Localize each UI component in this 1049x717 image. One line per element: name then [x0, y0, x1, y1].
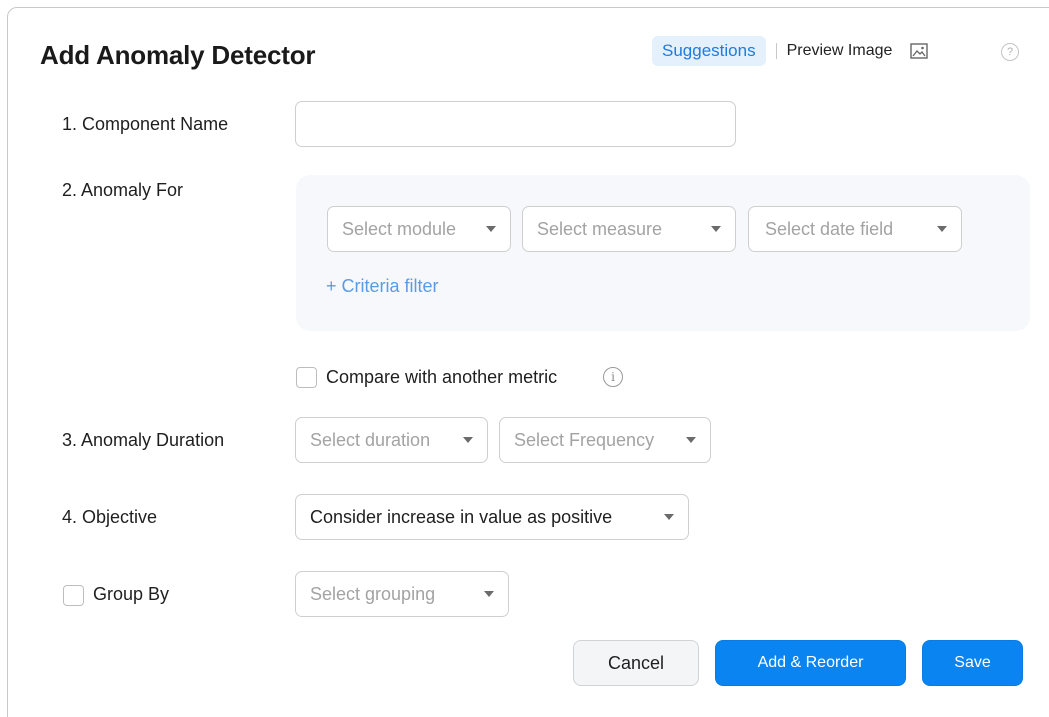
add-reorder-button[interactable]: Add & Reorder: [715, 640, 906, 686]
header-links: Suggestions Preview Image: [652, 36, 929, 66]
caret-down-icon: [711, 226, 721, 232]
date-field-select[interactable]: Select date field: [748, 206, 962, 252]
header-divider: [775, 43, 777, 59]
date-field-select-text: Select date field: [765, 218, 894, 239]
caret-down-icon: [484, 591, 494, 597]
duration-select-text: Select duration: [310, 429, 431, 450]
caret-down-icon: [664, 514, 674, 520]
component-name-input[interactable]: [295, 101, 736, 147]
help-icon[interactable]: ?: [1001, 43, 1019, 61]
criteria-filter-link[interactable]: + Criteria filter: [326, 276, 439, 297]
frequency-select-text: Select Frequency: [514, 429, 655, 450]
objective-select[interactable]: Consider increase in value as positive: [295, 494, 689, 540]
duration-select[interactable]: Select duration: [295, 417, 488, 463]
objective-select-text: Consider increase in value as positive: [310, 506, 613, 527]
cancel-button[interactable]: Cancel: [573, 640, 699, 686]
compare-metric-label: Compare with another metric: [326, 367, 558, 387]
caret-down-icon: [937, 226, 947, 232]
caret-down-icon: [686, 437, 696, 443]
compare-metric-checkbox[interactable]: [296, 367, 317, 388]
objective-label: 4. Objective: [62, 507, 158, 527]
suggestions-button[interactable]: Suggestions: [652, 36, 766, 66]
group-by-label: Group By: [93, 584, 170, 604]
caret-down-icon: [463, 437, 473, 443]
grouping-select[interactable]: Select grouping: [295, 571, 509, 617]
measure-select[interactable]: Select measure: [522, 206, 736, 252]
frequency-select[interactable]: Select Frequency: [499, 417, 711, 463]
anomaly-for-panel: [296, 175, 1030, 331]
anomaly-for-label: 2. Anomaly For: [62, 180, 184, 200]
group-by-checkbox[interactable]: [63, 585, 84, 606]
component-name-label: 1. Component Name: [62, 114, 229, 134]
module-select[interactable]: Select module: [327, 206, 511, 252]
save-button[interactable]: Save: [922, 640, 1023, 686]
anomaly-duration-label: 3. Anomaly Duration: [62, 430, 225, 450]
module-select-text: Select module: [342, 218, 457, 239]
dialog-title: Add Anomaly Detector: [40, 40, 316, 70]
preview-image-link[interactable]: Preview Image: [787, 42, 893, 60]
info-icon[interactable]: i: [603, 367, 623, 387]
grouping-select-text: Select grouping: [310, 583, 436, 604]
measure-select-text: Select measure: [537, 218, 663, 239]
image-icon[interactable]: [910, 43, 929, 59]
caret-down-icon: [486, 226, 496, 232]
